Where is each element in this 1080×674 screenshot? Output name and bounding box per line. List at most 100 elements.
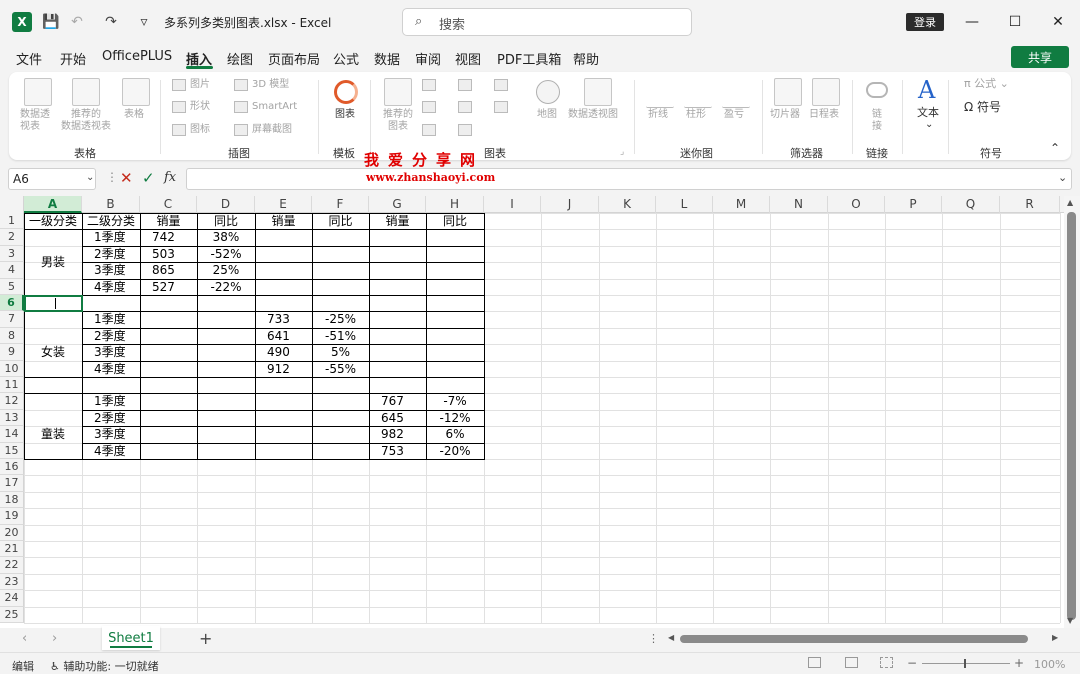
select-all-corner[interactable] bbox=[0, 196, 24, 213]
row-header-3[interactable]: 3 bbox=[0, 245, 24, 263]
header-cell[interactable]: 同比 bbox=[426, 214, 484, 230]
column-header-m[interactable]: M bbox=[713, 196, 770, 213]
row-header-23[interactable]: 23 bbox=[0, 573, 24, 591]
column-header-q[interactable]: Q bbox=[942, 196, 1000, 213]
quarter-cell[interactable]: 4季度 bbox=[94, 362, 126, 378]
sales-cell[interactable]: 733 bbox=[267, 312, 290, 328]
row-header-1[interactable]: 1 bbox=[0, 213, 24, 230]
column-header-e[interactable]: E bbox=[255, 196, 312, 213]
column-header-p[interactable]: P bbox=[885, 196, 942, 213]
row-header-4[interactable]: 4 bbox=[0, 262, 24, 279]
scroll-down-icon[interactable]: ▼ bbox=[1067, 616, 1073, 625]
header-cell[interactable]: 同比 bbox=[312, 214, 369, 230]
column-header-d[interactable]: D bbox=[197, 196, 255, 213]
row-header-8[interactable]: 8 bbox=[0, 327, 24, 345]
yoy-cell[interactable]: -51% bbox=[312, 329, 369, 345]
row-header-11[interactable]: 11 bbox=[0, 377, 24, 394]
quarter-cell[interactable]: 1季度 bbox=[94, 230, 126, 246]
yoy-cell[interactable]: -7% bbox=[426, 394, 484, 410]
page-break-view-icon[interactable] bbox=[880, 657, 893, 668]
row-header-10[interactable]: 10 bbox=[0, 360, 24, 377]
quarter-cell[interactable]: 2季度 bbox=[94, 329, 126, 345]
zoom-in-button[interactable]: + bbox=[1014, 656, 1024, 670]
row-header-22[interactable]: 22 bbox=[0, 557, 24, 574]
sales-cell[interactable]: 912 bbox=[267, 362, 290, 378]
quarter-cell[interactable]: 3季度 bbox=[94, 345, 126, 361]
header-cell[interactable]: 同比 bbox=[197, 214, 255, 230]
zoom-slider-thumb[interactable] bbox=[964, 659, 966, 668]
column-header-g[interactable]: G bbox=[369, 196, 426, 213]
sales-cell[interactable]: 742 bbox=[152, 230, 175, 246]
sales-cell[interactable]: 767 bbox=[381, 394, 404, 410]
column-header-f[interactable]: F bbox=[312, 196, 369, 213]
quarter-cell[interactable]: 4季度 bbox=[94, 280, 126, 296]
tab-split-handle-icon[interactable]: ⋮ bbox=[648, 632, 659, 645]
yoy-cell[interactable]: -12% bbox=[426, 411, 484, 427]
column-header-n[interactable]: N bbox=[770, 196, 828, 213]
row-header-20[interactable]: 20 bbox=[0, 524, 24, 541]
scroll-left-icon[interactable]: ◀ bbox=[668, 633, 674, 642]
sales-cell[interactable]: 753 bbox=[381, 444, 404, 460]
yoy-cell[interactable]: -20% bbox=[426, 444, 484, 460]
column-header-j[interactable]: J bbox=[541, 196, 599, 213]
yoy-cell[interactable]: -55% bbox=[312, 362, 369, 378]
vertical-scroll-thumb[interactable] bbox=[1067, 212, 1076, 620]
row-header-9[interactable]: 9 bbox=[0, 344, 24, 361]
column-header-a[interactable]: A bbox=[24, 196, 82, 213]
row-header-12[interactable]: 12 bbox=[0, 393, 24, 410]
zoom-slider[interactable] bbox=[922, 663, 1010, 664]
active-cell-a6[interactable] bbox=[24, 295, 83, 313]
scroll-up-icon[interactable]: ▲ bbox=[1067, 198, 1073, 207]
category-cell[interactable]: 女装 bbox=[24, 311, 82, 393]
sales-cell[interactable]: 503 bbox=[152, 247, 175, 263]
accessibility-status[interactable]: ♿ 辅助功能: 一切就绪 bbox=[50, 658, 159, 674]
yoy-cell[interactable]: -25% bbox=[312, 312, 369, 328]
quarter-cell[interactable]: 1季度 bbox=[94, 394, 126, 410]
column-header-l[interactable]: L bbox=[656, 196, 713, 213]
quarter-cell[interactable]: 1季度 bbox=[94, 312, 126, 328]
zoom-level[interactable]: 100% bbox=[1034, 658, 1065, 671]
row-header-14[interactable]: 14 bbox=[0, 426, 24, 443]
header-cell[interactable]: 销量 bbox=[140, 214, 197, 230]
page-layout-view-icon[interactable] bbox=[845, 657, 858, 668]
zoom-out-button[interactable]: − bbox=[907, 656, 917, 670]
row-header-19[interactable]: 19 bbox=[0, 508, 24, 525]
header-cell[interactable]: 一级分类 bbox=[24, 214, 82, 230]
sales-cell[interactable]: 865 bbox=[152, 263, 175, 279]
row-header-17[interactable]: 17 bbox=[0, 475, 24, 492]
horizontal-scroll-thumb[interactable] bbox=[680, 635, 1028, 643]
row-header-24[interactable]: 24 bbox=[0, 590, 24, 607]
row-header-5[interactable]: 5 bbox=[0, 278, 24, 295]
yoy-cell[interactable]: -22% bbox=[197, 280, 255, 296]
column-header-o[interactable]: O bbox=[828, 196, 885, 213]
header-cell[interactable]: 二级分类 bbox=[82, 214, 140, 230]
sales-cell[interactable]: 982 bbox=[381, 427, 404, 443]
sales-cell[interactable]: 645 bbox=[381, 411, 404, 427]
quarter-cell[interactable]: 3季度 bbox=[94, 263, 126, 279]
sales-cell[interactable]: 641 bbox=[267, 329, 290, 345]
column-header-r[interactable]: R bbox=[1000, 196, 1060, 213]
row-header-13[interactable]: 13 bbox=[0, 409, 24, 427]
prev-sheet-icon[interactable]: ‹ bbox=[22, 631, 27, 646]
category-cell[interactable]: 男装 bbox=[24, 229, 82, 295]
sales-cell[interactable]: 527 bbox=[152, 280, 175, 296]
next-sheet-icon[interactable]: › bbox=[52, 631, 57, 646]
column-header-i[interactable]: I bbox=[484, 196, 541, 213]
quarter-cell[interactable]: 4季度 bbox=[94, 444, 126, 460]
normal-view-icon[interactable] bbox=[808, 657, 821, 668]
quarter-cell[interactable]: 3季度 bbox=[94, 427, 126, 443]
quarter-cell[interactable]: 2季度 bbox=[94, 247, 126, 263]
yoy-cell[interactable]: 6% bbox=[426, 427, 484, 443]
add-sheet-button[interactable]: + bbox=[199, 629, 212, 648]
row-header-21[interactable]: 21 bbox=[0, 541, 24, 558]
header-cell[interactable]: 销量 bbox=[255, 214, 312, 230]
column-header-c[interactable]: C bbox=[140, 196, 197, 213]
scroll-right-icon[interactable]: ▶ bbox=[1052, 633, 1058, 642]
row-header-15[interactable]: 15 bbox=[0, 442, 24, 459]
yoy-cell[interactable]: -52% bbox=[197, 247, 255, 263]
row-header-25[interactable]: 25 bbox=[0, 606, 24, 623]
header-cell[interactable]: 销量 bbox=[369, 214, 426, 230]
row-header-18[interactable]: 18 bbox=[0, 491, 24, 509]
yoy-cell[interactable]: 25% bbox=[197, 263, 255, 279]
category-cell[interactable]: 童装 bbox=[24, 393, 82, 475]
